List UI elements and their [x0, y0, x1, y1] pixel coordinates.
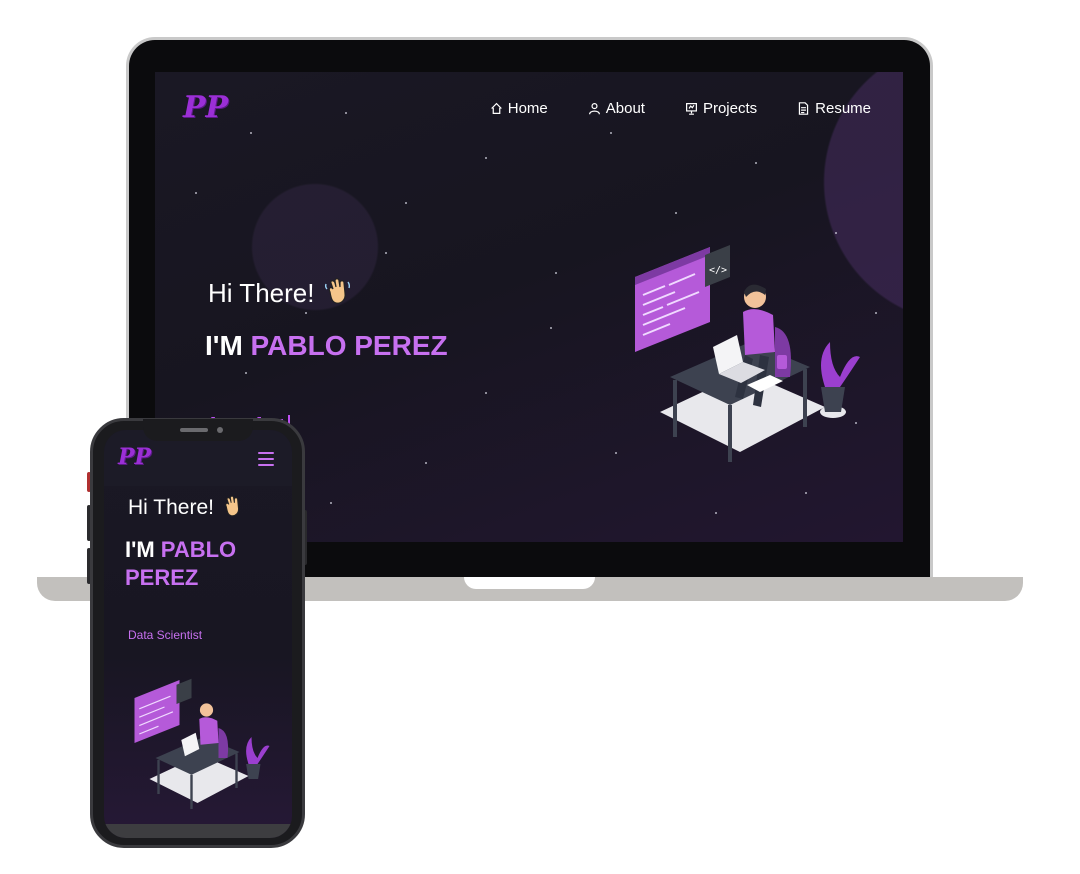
waving-hand-icon [220, 494, 244, 524]
mobile-developer-illustration [134, 678, 270, 809]
hamburger-menu-icon[interactable] [258, 452, 274, 466]
main-nav: Home About Projects Resume [490, 100, 871, 117]
star [615, 452, 617, 454]
star [425, 462, 427, 464]
mobile-hero-greeting: Hi There! [128, 494, 244, 524]
user-icon [588, 103, 600, 115]
hero-greeting: Hi There! [208, 276, 352, 313]
phone-screen: PP Hi There! I'M PABLO PEREZ Data Scient… [104, 430, 292, 838]
mobile-hero-greeting-text: Hi There! [128, 496, 214, 519]
home-icon [490, 102, 502, 114]
nav-item-projects[interactable]: Projects [685, 100, 757, 117]
star [555, 272, 557, 274]
hero-name-text: PABLO PEREZ [250, 330, 448, 361]
document-icon [798, 102, 809, 115]
star [715, 512, 717, 514]
nav-item-resume[interactable]: Resume [797, 100, 871, 117]
waving-hand-icon [322, 276, 352, 313]
star [550, 327, 552, 329]
presentation-icon [685, 103, 697, 115]
hero-name: I'M PABLO PEREZ [205, 330, 448, 362]
star [485, 157, 487, 159]
mobile-site-logo[interactable]: PP [118, 444, 151, 470]
phone-home-bar [104, 824, 292, 838]
star [250, 132, 252, 134]
star [835, 232, 837, 234]
nav-item-home[interactable]: Home [490, 100, 548, 117]
star [675, 212, 677, 214]
mobile-hero-role: Data Scientist [128, 628, 203, 642]
star [385, 252, 387, 254]
star [875, 312, 877, 314]
star [405, 202, 407, 204]
mobile-hero-name-prefix: I'M [125, 537, 155, 562]
laptop-hinge-notch [464, 577, 595, 589]
star [610, 132, 612, 134]
nav-label-resume: Resume [815, 100, 871, 117]
svg-text:</>: </> [709, 265, 727, 276]
star [330, 502, 332, 504]
nav-label-home: Home [507, 100, 548, 117]
nav-item-about[interactable]: About [588, 100, 645, 117]
star [485, 392, 487, 394]
phone-camera [217, 427, 223, 433]
star [345, 112, 347, 114]
star [755, 162, 757, 164]
star [805, 492, 807, 494]
phone-speaker [180, 428, 208, 432]
star [245, 372, 247, 374]
hero-greeting-text: Hi There! [208, 278, 315, 308]
developer-illustration: </> [635, 245, 860, 462]
star [195, 192, 197, 194]
nav-label-projects: Projects [702, 100, 758, 117]
site-logo[interactable]: PP [183, 90, 228, 125]
hero-name-prefix: I'M [205, 330, 243, 361]
nav-label-about: About [605, 100, 645, 117]
mobile-hero-name: I'M PABLO PEREZ [125, 536, 285, 592]
